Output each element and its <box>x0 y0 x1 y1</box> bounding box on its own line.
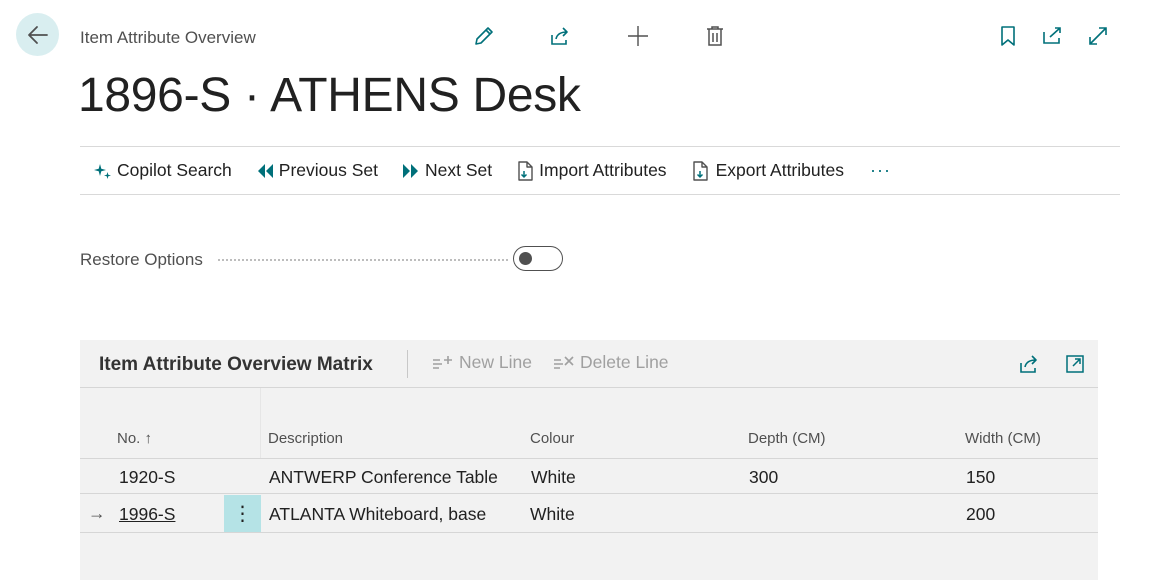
copilot-search-action[interactable]: Copilot Search <box>94 160 232 181</box>
edit-button[interactable] <box>468 20 500 52</box>
row-divider <box>80 532 1098 533</box>
expand-button[interactable] <box>1082 20 1114 52</box>
restore-options-label: Restore Options <box>80 250 203 269</box>
sparkle-icon <box>94 163 111 179</box>
cell-colour[interactable]: White <box>531 467 576 488</box>
arrow-left-icon <box>27 25 48 44</box>
action-bar: Copilot Search Previous Set Next Set Imp… <box>80 146 1120 195</box>
export-attributes-action[interactable]: Export Attributes <box>691 160 844 182</box>
divider <box>407 350 408 378</box>
open-new-window-button[interactable] <box>1036 20 1068 52</box>
bookmark-icon <box>1001 26 1015 46</box>
import-attributes-label: Import Attributes <box>539 160 667 180</box>
col-header-no-label: No. <box>117 430 141 447</box>
cell-width[interactable]: 200 <box>966 504 995 525</box>
col-header-colour[interactable]: Colour <box>530 430 574 447</box>
next-set-icon <box>403 163 419 178</box>
col-header-description[interactable]: Description <box>268 430 343 447</box>
previous-set-action[interactable]: Previous Set <box>256 160 378 181</box>
previous-set-label: Previous Set <box>278 160 379 180</box>
back-button[interactable] <box>16 13 59 56</box>
focus-icon <box>1066 355 1084 373</box>
delete-button[interactable] <box>699 20 731 52</box>
export-attributes-label: Export Attributes <box>715 160 844 180</box>
sort-ascending-icon: ↑ <box>144 430 153 447</box>
cell-width[interactable]: 150 <box>966 467 995 488</box>
matrix-header: Item Attribute Overview Matrix New Line … <box>80 340 1098 388</box>
new-button[interactable] <box>622 20 654 52</box>
matrix-share-button[interactable] <box>1016 351 1042 377</box>
next-set-label: Next Set <box>425 160 493 180</box>
plus-icon <box>628 26 648 46</box>
col-header-no[interactable]: No. ↑ <box>117 430 152 447</box>
delete-line-action[interactable]: Delete Line <box>553 352 669 373</box>
page-title: 1896-S · ATHENS Desk <box>78 69 581 122</box>
next-set-action[interactable]: Next Set <box>402 160 492 181</box>
delete-line-icon <box>554 355 574 369</box>
share-icon <box>1020 355 1037 373</box>
header-divider <box>80 458 1098 459</box>
export-icon <box>692 160 708 181</box>
pencil-icon <box>475 27 493 45</box>
expand-icon <box>1089 27 1107 45</box>
col-header-depth[interactable]: Depth (CM) <box>748 430 826 447</box>
open-new-window-icon <box>1043 27 1061 44</box>
trash-icon <box>707 26 723 46</box>
cell-colour[interactable]: White <box>530 504 575 525</box>
cell-depth[interactable]: 300 <box>749 467 778 488</box>
matrix-title: Item Attribute Overview Matrix <box>99 354 373 375</box>
import-icon <box>518 160 533 181</box>
item-attribute-matrix-panel: Item Attribute Overview Matrix New Line … <box>80 340 1098 580</box>
restore-options-toggle[interactable] <box>513 246 563 271</box>
current-row-marker: → <box>88 503 106 523</box>
matrix-focus-button[interactable] <box>1062 351 1088 377</box>
col-header-width[interactable]: Width (CM) <box>965 430 1041 447</box>
share-button[interactable] <box>544 20 576 52</box>
field-leader-dots <box>218 259 508 261</box>
more-vertical-icon: ⋮ <box>232 503 253 525</box>
share-icon <box>551 27 568 45</box>
cell-description[interactable]: ANTWERP Conference Table <box>269 467 498 488</box>
bookmark-button[interactable] <box>992 20 1024 52</box>
copilot-search-label: Copilot Search <box>117 160 232 180</box>
column-divider <box>260 388 261 458</box>
new-line-label: New Line <box>459 352 532 372</box>
previous-set-icon <box>257 163 273 178</box>
toggle-knob <box>519 252 532 265</box>
more-actions-button[interactable]: ··· <box>870 160 891 181</box>
delete-line-label: Delete Line <box>580 352 669 372</box>
new-line-action[interactable]: New Line <box>432 352 532 373</box>
import-attributes-action[interactable]: Import Attributes <box>516 160 667 182</box>
row-actions-button[interactable]: ⋮ <box>224 495 261 532</box>
row-divider <box>80 493 1098 494</box>
cell-no[interactable]: 1920-S <box>119 467 175 488</box>
new-line-icon <box>433 355 452 369</box>
breadcrumb: Item Attribute Overview <box>80 28 256 47</box>
cell-no-link[interactable]: 1996-S <box>119 504 175 525</box>
cell-description[interactable]: ATLANTA Whiteboard, base <box>269 504 486 525</box>
